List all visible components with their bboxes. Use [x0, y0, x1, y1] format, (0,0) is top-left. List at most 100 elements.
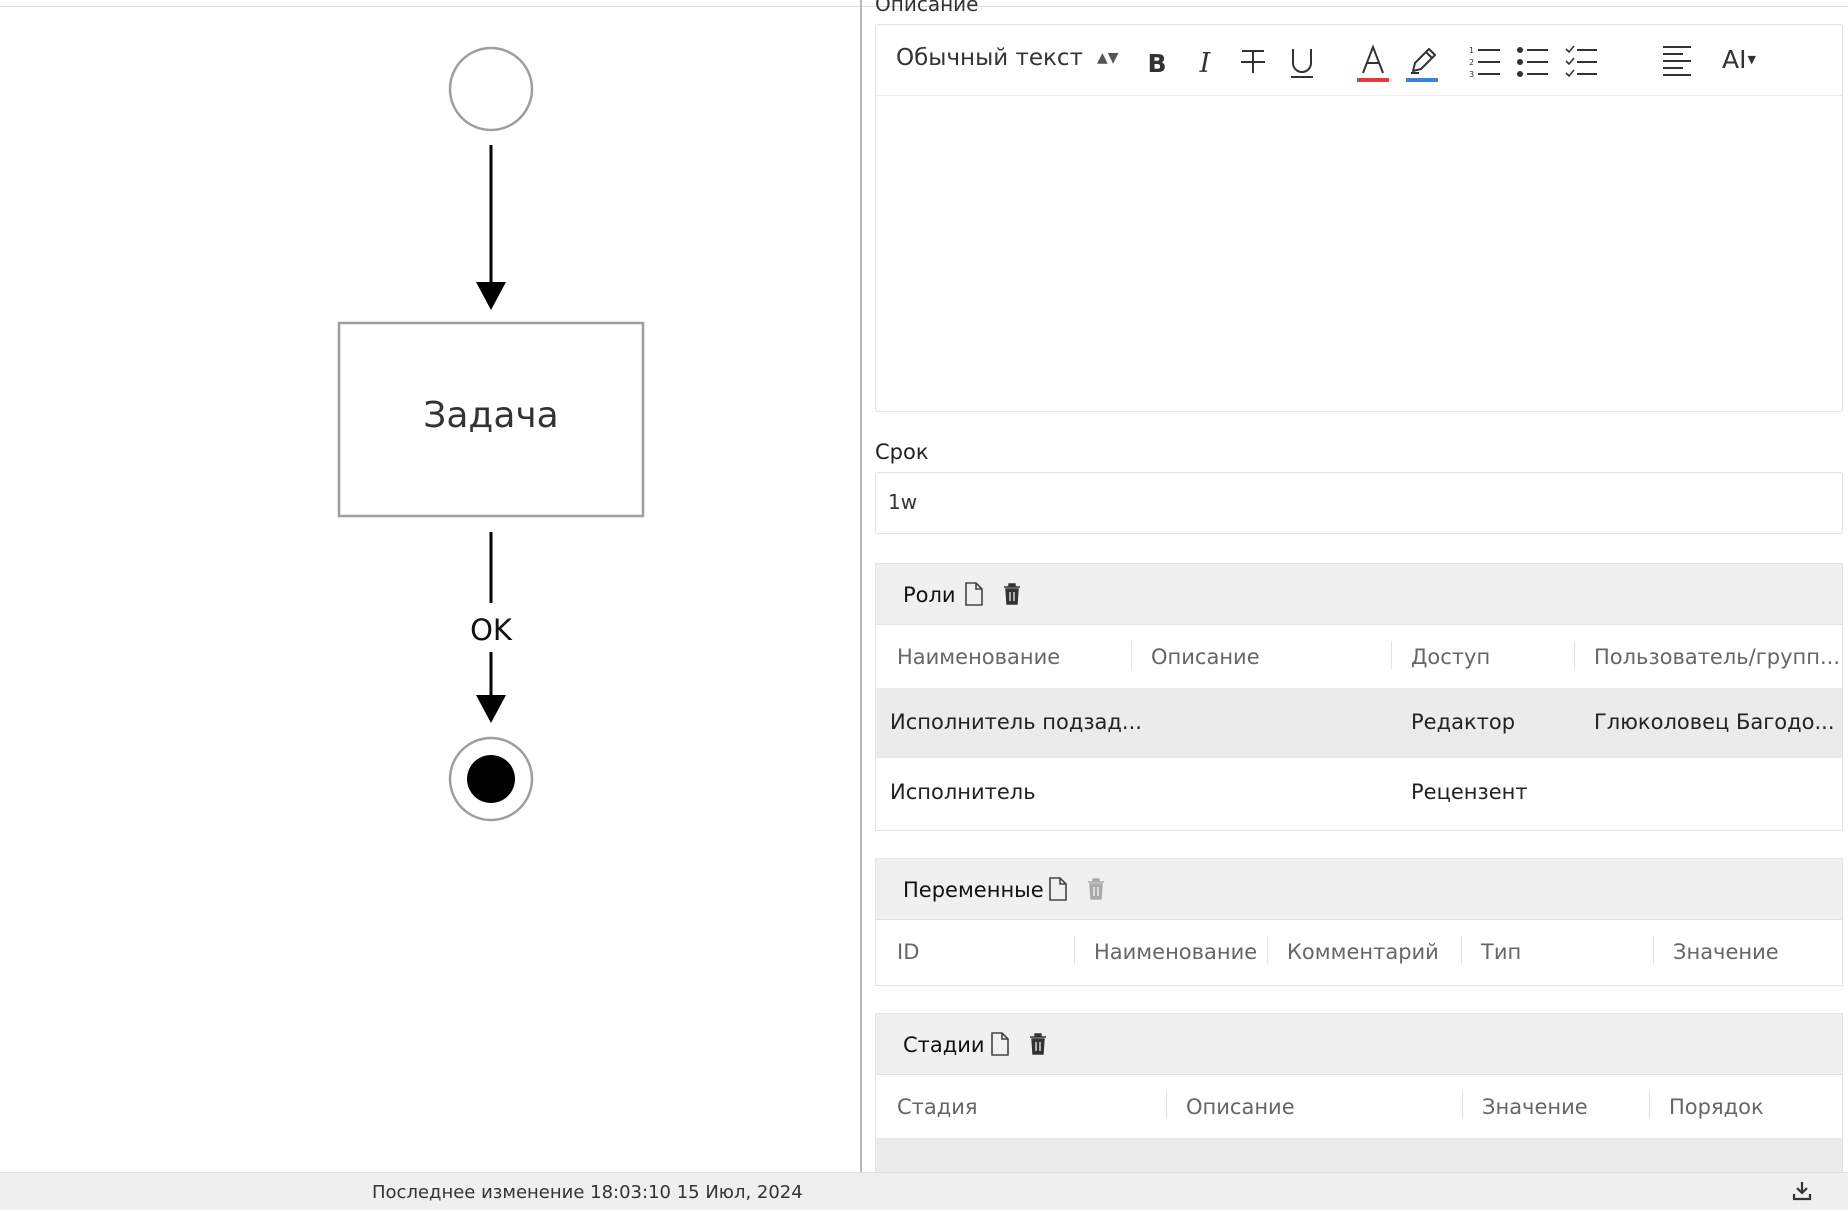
- delete-role-button[interactable]: [1003, 582, 1021, 610]
- add-stage-button[interactable]: [990, 1032, 1010, 1060]
- ordered-list-icon: 1 2 3: [1469, 46, 1500, 79]
- table-row[interactable]: [876, 1138, 1842, 1172]
- delete-stage-button[interactable]: [1029, 1032, 1047, 1060]
- highlight-color-swatch: [1406, 78, 1438, 82]
- role-name-cell: Исполнитель подзад...: [890, 710, 1142, 734]
- properties-panel: Описание Обычный текст ▲▼ B I 1 2 3 AI▼ …: [862, 0, 1848, 1172]
- process-diagram-canvas[interactable]: Задача OK: [0, 7, 860, 1172]
- column-header[interactable]: Пользователь/групп...: [1594, 645, 1840, 669]
- stages-table-header: Стадия Описание Значение Порядок: [876, 1075, 1842, 1137]
- column-divider[interactable]: [1461, 936, 1462, 964]
- roles-table-header: Наименование Описание Доступ Пользовател…: [876, 625, 1842, 687]
- ordered-list-button[interactable]: 1 2 3: [1468, 39, 1502, 83]
- table-row[interactable]: Исполнитель подзад... Редактор Глюколове…: [876, 688, 1842, 758]
- role-name-cell: Исполнитель: [890, 780, 1036, 804]
- delete-variable-button[interactable]: [1087, 877, 1105, 905]
- variables-header: Переменные: [876, 859, 1842, 920]
- svg-text:2: 2: [1469, 58, 1474, 67]
- column-header[interactable]: Наименование: [1094, 940, 1257, 964]
- column-header[interactable]: Значение: [1673, 940, 1779, 964]
- description-editor-content[interactable]: [876, 96, 1842, 411]
- roles-panel: Роли Наименование Описание Доступ Пользо…: [875, 563, 1843, 831]
- checklist-icon: [1565, 45, 1597, 78]
- stages-title: Стадии: [903, 1033, 985, 1057]
- svg-text:3: 3: [1469, 70, 1474, 79]
- end-event-core: [467, 755, 515, 803]
- strikethrough-icon: [1241, 50, 1265, 73]
- strikethrough-button[interactable]: [1238, 39, 1268, 83]
- svg-text:I: I: [1199, 48, 1212, 79]
- font-color-button[interactable]: [1356, 39, 1390, 83]
- bold-icon: B: [1147, 49, 1166, 78]
- task-node-label: Задача: [423, 395, 558, 436]
- process-diagram: Задача OK: [337, 46, 645, 822]
- variables-panel: Переменные ID Наименование Комментарий Т…: [875, 858, 1843, 986]
- trash-icon: [1030, 1033, 1046, 1055]
- column-divider[interactable]: [1653, 936, 1654, 964]
- variables-title: Переменные: [903, 878, 1044, 902]
- add-role-button[interactable]: [964, 582, 984, 610]
- variables-table-header: ID Наименование Комментарий Тип Значение: [876, 920, 1842, 982]
- column-divider[interactable]: [1131, 641, 1132, 669]
- column-divider[interactable]: [1267, 936, 1268, 964]
- sequence-flow-arrowhead: [476, 695, 506, 723]
- column-header[interactable]: Тип: [1481, 940, 1521, 964]
- roles-header: Роли: [876, 564, 1842, 625]
- select-arrows-icon: ▲▼: [1096, 50, 1119, 66]
- bold-button[interactable]: B: [1142, 39, 1172, 83]
- bullet-list-icon: [1517, 47, 1548, 77]
- bullet-list-button[interactable]: [1516, 39, 1550, 83]
- column-header[interactable]: Доступ: [1411, 645, 1490, 669]
- column-header[interactable]: Описание: [1151, 645, 1260, 669]
- align-button[interactable]: [1661, 39, 1693, 83]
- text-style-value: Обычный текст: [896, 45, 1083, 71]
- caret-down-icon: ▼: [1747, 53, 1756, 66]
- column-header[interactable]: ID: [897, 940, 919, 964]
- status-bar: Последнее изменение 18:03:10 15 Июл, 202…: [0, 1172, 1848, 1210]
- trash-icon: [1004, 583, 1020, 605]
- italic-button[interactable]: I: [1190, 39, 1220, 83]
- deadline-input[interactable]: 1w: [875, 472, 1843, 534]
- new-document-icon: [991, 1032, 1009, 1056]
- description-editor: Обычный текст ▲▼ B I 1 2 3 AI▼: [875, 24, 1843, 412]
- column-header[interactable]: Стадия: [897, 1095, 978, 1119]
- column-divider[interactable]: [1462, 1091, 1463, 1119]
- start-event[interactable]: [448, 46, 534, 132]
- add-variable-button[interactable]: [1048, 877, 1068, 905]
- column-header[interactable]: Описание: [1186, 1095, 1295, 1119]
- column-header[interactable]: Комментарий: [1287, 940, 1439, 964]
- ai-menu-button[interactable]: AI▼: [1722, 45, 1756, 74]
- deadline-label: Срок: [875, 440, 929, 464]
- svg-text:B: B: [1147, 49, 1166, 78]
- ai-menu-label: AI: [1722, 45, 1747, 74]
- download-button[interactable]: [1792, 1181, 1812, 1205]
- last-modified-text: Последнее изменение 18:03:10 15 Июл, 202…: [372, 1182, 803, 1203]
- align-left-icon: [1663, 46, 1691, 76]
- column-divider[interactable]: [1074, 936, 1075, 964]
- checklist-button[interactable]: [1565, 39, 1599, 83]
- column-divider[interactable]: [1166, 1091, 1167, 1119]
- svg-text:1: 1: [1469, 46, 1474, 55]
- highlight-button[interactable]: [1405, 39, 1439, 83]
- trash-icon: [1088, 878, 1104, 900]
- sequence-flow-arrowhead: [476, 282, 506, 310]
- sequence-flow-label[interactable]: OK: [470, 613, 513, 647]
- role-access-cell: Редактор: [1411, 710, 1516, 734]
- text-style-select[interactable]: Обычный текст ▲▼: [896, 45, 1119, 71]
- download-icon: [1792, 1182, 1812, 1201]
- deadline-value: 1w: [888, 490, 918, 514]
- column-divider[interactable]: [1649, 1091, 1650, 1119]
- stages-panel: Стадии Стадия Описание Значение Порядок: [875, 1013, 1843, 1172]
- new-document-icon: [965, 582, 983, 606]
- table-row[interactable]: Исполнитель Рецензент: [876, 758, 1842, 828]
- column-divider[interactable]: [1574, 641, 1575, 669]
- column-header[interactable]: Значение: [1482, 1095, 1588, 1119]
- column-header[interactable]: Наименование: [897, 645, 1060, 669]
- font-color-swatch: [1357, 78, 1389, 82]
- new-document-icon: [1049, 877, 1067, 901]
- stages-header: Стадии: [876, 1014, 1842, 1075]
- column-divider[interactable]: [1391, 641, 1392, 669]
- editor-toolbar: Обычный текст ▲▼ B I 1 2 3 AI▼: [876, 25, 1842, 96]
- underline-button[interactable]: [1287, 39, 1317, 83]
- column-header[interactable]: Порядок: [1669, 1095, 1764, 1119]
